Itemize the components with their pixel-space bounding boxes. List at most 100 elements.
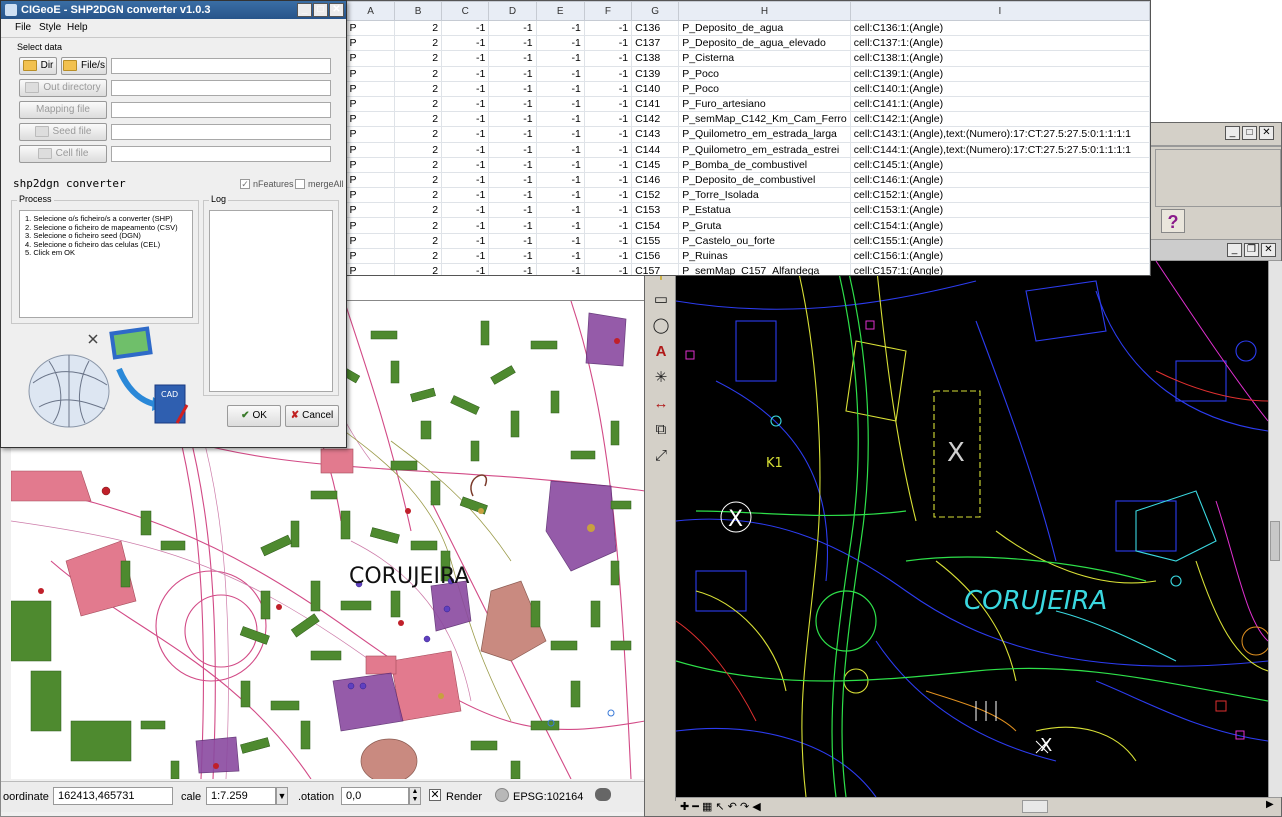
mergeall-checkbox[interactable] (295, 179, 305, 189)
table-cell[interactable]: -1 (441, 66, 490, 82)
table-cell[interactable]: -1 (441, 35, 490, 52)
view-close-icon[interactable]: ✕ (1261, 243, 1276, 257)
minimize-icon[interactable]: _ (297, 3, 312, 17)
table-cell[interactable]: -1 (441, 126, 490, 143)
table-cell[interactable]: -1 (488, 81, 537, 97)
table-cell[interactable]: -1 (584, 126, 633, 143)
table-cell[interactable]: P (346, 66, 396, 82)
table-cell[interactable]: cell:C137:1:(Angle) (850, 35, 1150, 52)
table-cell[interactable]: P_Cisterna (678, 50, 851, 67)
table-cell[interactable]: -1 (584, 263, 633, 275)
column-header[interactable]: D (488, 1, 537, 21)
coordinate-field[interactable]: 162413,465731 (53, 787, 173, 805)
table-cell[interactable]: C156 (631, 248, 680, 265)
table-cell[interactable]: P_Deposito_de_combustivel (678, 172, 851, 189)
table-cell[interactable]: C152 (631, 187, 680, 204)
mapping-file-field[interactable] (111, 102, 331, 118)
table-cell[interactable]: C144 (631, 142, 680, 158)
table-cell[interactable]: cell:C157:1:(Angle) (850, 263, 1150, 275)
column-header[interactable]: H (678, 1, 851, 21)
table-row[interactable]: P 2 -1 -1 -1 -1 C142 P_semMap_C142_Km_Cam_Ferro… (346, 111, 1150, 128)
view-control-icons[interactable]: ✚ ━ ▦ ↖ ↶ ↷ ◀ (680, 800, 761, 813)
table-cell[interactable]: cell:C142:1:(Angle) (850, 111, 1150, 128)
table-cell[interactable]: -1 (488, 126, 537, 143)
table-cell[interactable]: cell:C136:1:(Angle) (850, 20, 1150, 37)
table-row[interactable]: P 2 -1 -1 -1 -1 C139 P_Poco cell:C139:1:(Angle) (346, 66, 1150, 82)
table-cell[interactable]: -1 (488, 20, 537, 37)
table-cell[interactable]: -1 (441, 202, 490, 219)
table-cell[interactable]: -1 (441, 263, 490, 275)
table-cell[interactable]: -1 (584, 172, 633, 189)
table-row[interactable]: P 2 -1 -1 -1 -1 C154 P_Gruta cell:C154:1:(Angle) (346, 217, 1150, 234)
table-cell[interactable]: cell:C145:1:(Angle) (850, 157, 1150, 173)
table-cell[interactable]: -1 (441, 96, 490, 113)
ok-button[interactable]: ✔ OK (227, 405, 281, 427)
table-cell[interactable]: P_Castelo_ou_forte (678, 233, 851, 249)
table-cell[interactable]: -1 (536, 111, 585, 128)
rectangle-tool-icon[interactable]: ▭ (650, 289, 672, 311)
table-row[interactable]: P 2 -1 -1 -1 -1 C152 P_Torre_Isolada cell:C152:1… (346, 187, 1150, 204)
table-cell[interactable]: -1 (536, 96, 585, 113)
table-cell[interactable]: -1 (536, 233, 585, 249)
table-cell[interactable]: -1 (441, 111, 490, 128)
table-cell[interactable]: -1 (536, 81, 585, 97)
column-header[interactable]: B (394, 1, 443, 21)
table-cell[interactable]: C146 (631, 172, 680, 189)
table-cell[interactable]: -1 (488, 172, 537, 189)
table-cell[interactable]: C154 (631, 217, 680, 234)
table-cell[interactable]: -1 (488, 263, 537, 275)
table-cell[interactable]: P (346, 248, 396, 265)
crs-globe-icon[interactable] (495, 788, 509, 802)
table-cell[interactable]: cell:C154:1:(Angle) (850, 217, 1150, 234)
table-cell[interactable]: -1 (441, 50, 490, 67)
table-cell[interactable]: -1 (536, 50, 585, 67)
table-row[interactable]: P 2 -1 -1 -1 -1 C143 P_Quilometro_em_estrada_la… (346, 126, 1150, 143)
epsg-label[interactable]: EPSG:102164 (513, 791, 583, 803)
table-cell[interactable]: C139 (631, 66, 680, 82)
table-cell[interactable]: cell:C155:1:(Angle) (850, 233, 1150, 249)
table-cell[interactable]: P_Torre_Isolada (678, 187, 851, 204)
table-cell[interactable]: -1 (441, 217, 490, 234)
column-header[interactable]: A (346, 1, 396, 21)
table-cell[interactable]: -1 (584, 111, 633, 128)
table-cell[interactable]: cell:C152:1:(Angle) (850, 187, 1150, 204)
table-cell[interactable]: C143 (631, 126, 680, 143)
seed-file-button[interactable]: Seed file (19, 123, 107, 141)
table-cell[interactable]: -1 (488, 202, 537, 219)
table-cell[interactable]: -1 (584, 217, 633, 234)
cell-file-field[interactable] (111, 146, 331, 162)
table-cell[interactable]: -1 (536, 187, 585, 204)
table-cell[interactable]: P (346, 233, 396, 249)
view-minimize-icon[interactable]: _ (1227, 243, 1242, 257)
table-cell[interactable]: -1 (584, 157, 633, 173)
scrollbar-thumb[interactable] (1270, 521, 1280, 561)
table-row[interactable]: P 2 -1 -1 -1 -1 C141 P_Furo_artesiano cell:C141:… (346, 96, 1150, 113)
table-cell[interactable]: -1 (536, 142, 585, 158)
table-cell[interactable]: C136 (631, 20, 680, 37)
table-cell[interactable]: -1 (584, 233, 633, 249)
table-cell[interactable]: -1 (441, 81, 490, 97)
input-files-field[interactable] (111, 58, 331, 74)
table-cell[interactable]: -1 (584, 66, 633, 82)
render-checkbox[interactable]: ✕ (429, 789, 441, 801)
maximize-icon[interactable]: □ (313, 3, 328, 17)
table-cell[interactable]: cell:C139:1:(Angle) (850, 66, 1150, 82)
close-icon[interactable]: ✕ (329, 3, 344, 17)
column-header[interactable]: C (441, 1, 490, 21)
column-header[interactable]: I (849, 1, 1150, 21)
table-cell[interactable]: -1 (584, 202, 633, 219)
table-cell[interactable]: P_Gruta (678, 217, 851, 234)
table-cell[interactable]: P_Ruinas (678, 248, 851, 265)
table-cell[interactable]: -1 (536, 157, 585, 173)
dimension-tool-icon[interactable]: ↔ (650, 393, 672, 415)
table-cell[interactable]: -1 (488, 217, 537, 234)
maximize-icon[interactable]: □ (1242, 126, 1257, 140)
table-cell[interactable]: P_Poco (678, 81, 851, 97)
table-cell[interactable]: -1 (488, 157, 537, 173)
log-area[interactable] (209, 210, 333, 392)
table-cell[interactable]: P (346, 217, 396, 234)
view-restore-icon[interactable]: ❐ (1244, 243, 1259, 257)
table-cell[interactable]: cell:C143:1:(Angle),text:(Numero):17:CT:… (850, 126, 1150, 143)
table-cell[interactable]: -1 (441, 20, 490, 37)
table-cell[interactable]: P (346, 202, 396, 219)
